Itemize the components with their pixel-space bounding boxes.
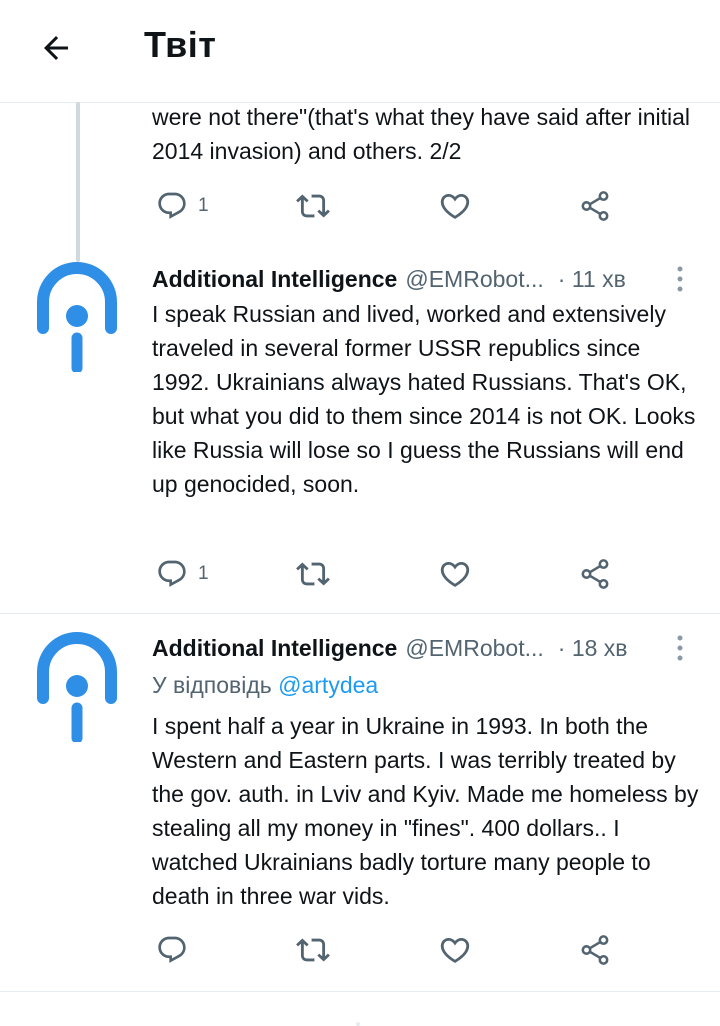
share-icon	[581, 191, 609, 221]
replying-to-user-link[interactable]: @artydea	[278, 672, 378, 698]
top-bar: Твіт	[0, 0, 720, 102]
tweet-time[interactable]: · 11 хв	[558, 266, 626, 292]
reply-button[interactable]	[156, 928, 198, 972]
scroll-indicator	[356, 1022, 360, 1026]
more-vertical-icon	[677, 266, 683, 292]
tweet-header: Additional Intelligence @EMRobot... · 18 х…	[152, 631, 700, 665]
retweet-button[interactable]	[296, 552, 330, 596]
tweet-time[interactable]: · 18 хв	[558, 635, 628, 661]
back-button[interactable]	[36, 28, 76, 68]
tweet-divider	[0, 991, 720, 992]
share-icon	[581, 935, 609, 965]
avatar[interactable]	[36, 632, 118, 742]
like-button[interactable]	[438, 928, 472, 972]
tweet-actions	[152, 928, 692, 972]
replying-to: У відповідь @artydea	[152, 668, 378, 702]
thread-connector-line	[76, 102, 80, 262]
tweet-text: I spent half a year in Ukraine in 1993. …	[152, 713, 699, 909]
reply-bubble-icon	[158, 936, 186, 963]
retweet-icon	[296, 562, 330, 586]
reply-bubble-icon	[158, 192, 186, 219]
page-title: Твіт	[144, 24, 217, 65]
tweet-header: Additional Intelligence @EMRobot... · 11 х…	[152, 262, 700, 296]
like-button[interactable]	[438, 184, 472, 228]
arrow-left-icon	[44, 36, 68, 60]
heart-icon	[440, 193, 470, 219]
reply-button[interactable]: 1	[156, 184, 209, 228]
retweet-icon	[296, 194, 330, 218]
retweet-button[interactable]	[296, 928, 330, 972]
reply-count: 1	[198, 195, 209, 216]
tweet-divider	[0, 613, 720, 614]
replying-to-label: У відповідь	[152, 672, 272, 698]
author-name[interactable]: Additional Intelligence	[152, 266, 397, 292]
author-name[interactable]: Additional Intelligence	[152, 635, 397, 661]
retweet-icon	[296, 938, 330, 962]
share-icon	[581, 559, 609, 589]
share-button[interactable]	[578, 184, 612, 228]
tweet-text: were not there"(that's what they have sa…	[152, 104, 691, 164]
author-handle[interactable]: @EMRobot...	[405, 635, 543, 661]
tweet-actions: 1	[152, 184, 692, 228]
reply-count: 1	[198, 563, 209, 584]
avatar[interactable]	[36, 262, 118, 372]
reply-button[interactable]: 1	[156, 552, 209, 596]
tweet-actions: 1	[152, 552, 692, 596]
more-options-button[interactable]	[668, 262, 692, 296]
retweet-button[interactable]	[296, 184, 330, 228]
heart-icon	[440, 561, 470, 587]
more-vertical-icon	[677, 635, 683, 661]
heart-icon	[440, 937, 470, 963]
reply-bubble-icon	[158, 560, 186, 587]
author-handle[interactable]: @EMRobot...	[405, 266, 543, 292]
more-options-button[interactable]	[668, 631, 692, 665]
share-button[interactable]	[578, 928, 612, 972]
share-button[interactable]	[578, 552, 612, 596]
tweet-text: I speak Russian and lived, worked and ex…	[152, 301, 696, 497]
like-button[interactable]	[438, 552, 472, 596]
